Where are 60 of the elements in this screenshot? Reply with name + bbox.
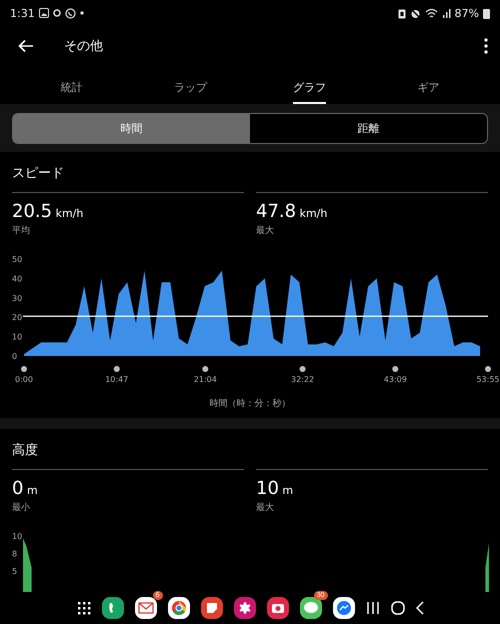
stat-value: 20.5 km/h bbox=[12, 200, 84, 222]
y-tick-label: 10 bbox=[12, 332, 22, 342]
tick-dot bbox=[485, 366, 491, 372]
x-tick-label: 53:55 bbox=[476, 374, 500, 384]
section-title: スピード bbox=[11, 164, 65, 182]
y-tick-label: 40 bbox=[12, 274, 22, 284]
stat-value: 47.8 km/h bbox=[256, 200, 328, 222]
y-tick-label: 50 bbox=[12, 254, 22, 264]
stat-label: 最大 bbox=[256, 224, 274, 237]
tick-dot bbox=[392, 366, 398, 372]
tick-dot bbox=[202, 366, 208, 372]
recents-app-icon[interactable] bbox=[366, 602, 380, 614]
stat-value: 10 m bbox=[256, 478, 294, 500]
wifi-icon bbox=[424, 8, 438, 19]
y-tick-label: 10 bbox=[12, 532, 22, 542]
y-tick-label: 0 bbox=[12, 352, 18, 361]
home-app-icon[interactable] bbox=[390, 601, 404, 616]
tick-dot bbox=[114, 366, 120, 372]
y-tick-label: 5 bbox=[12, 567, 18, 576]
stat-label: 最大 bbox=[256, 502, 274, 514]
tab[interactable]: 統計 bbox=[60, 66, 82, 104]
phone-bubble-icon bbox=[64, 8, 76, 19]
page-title: その他 bbox=[64, 38, 103, 56]
signal-icon bbox=[442, 8, 451, 19]
tick-dot bbox=[300, 366, 306, 372]
browser-app-icon[interactable] bbox=[168, 597, 190, 620]
stat-label: 平均 bbox=[12, 224, 30, 237]
x-tick-label: 21:04 bbox=[194, 374, 217, 384]
notes-app-icon[interactable] bbox=[200, 597, 222, 620]
y-tick-label: 20 bbox=[12, 312, 22, 322]
camera-app-icon[interactable] bbox=[266, 597, 288, 620]
back-app-icon[interactable] bbox=[416, 601, 424, 616]
tab[interactable]: ギア bbox=[418, 66, 440, 104]
y-tick-label: 30 bbox=[12, 294, 22, 303]
stat-label: 最小 bbox=[12, 502, 30, 514]
x-tick-label: 10:47 bbox=[105, 374, 128, 384]
tick-dot bbox=[21, 366, 27, 372]
status-time: 1:31 bbox=[10, 6, 35, 20]
segment-button[interactable]: 時間 bbox=[13, 114, 250, 143]
phone-app-icon[interactable] bbox=[102, 597, 124, 620]
x-tick-label: 32:22 bbox=[291, 374, 314, 384]
segment-button[interactable]: 距離 bbox=[250, 114, 487, 143]
x-tick-label: 0:00 bbox=[15, 374, 33, 384]
axis-title: 時間（時：分：秒） bbox=[210, 398, 290, 410]
flower-app-icon[interactable] bbox=[234, 597, 256, 620]
y-tick-label: 8 bbox=[12, 550, 18, 559]
battery-icon bbox=[483, 8, 490, 19]
x-tick-label: 43:09 bbox=[384, 374, 407, 384]
apps-app-icon[interactable] bbox=[76, 601, 90, 616]
tab[interactable]: ラップ bbox=[174, 66, 207, 104]
dot-icon bbox=[80, 11, 84, 16]
notification-icon bbox=[52, 9, 61, 18]
image-icon bbox=[38, 8, 49, 18]
alarm-off-icon bbox=[410, 8, 421, 19]
battery-percent: 87% bbox=[454, 6, 479, 20]
battery-saver-icon bbox=[398, 8, 406, 19]
section-title: 高度 bbox=[11, 442, 39, 460]
more-options-button[interactable] bbox=[482, 36, 490, 56]
messenger-app-icon[interactable] bbox=[332, 597, 354, 620]
stat-value: 0 m bbox=[12, 478, 38, 500]
